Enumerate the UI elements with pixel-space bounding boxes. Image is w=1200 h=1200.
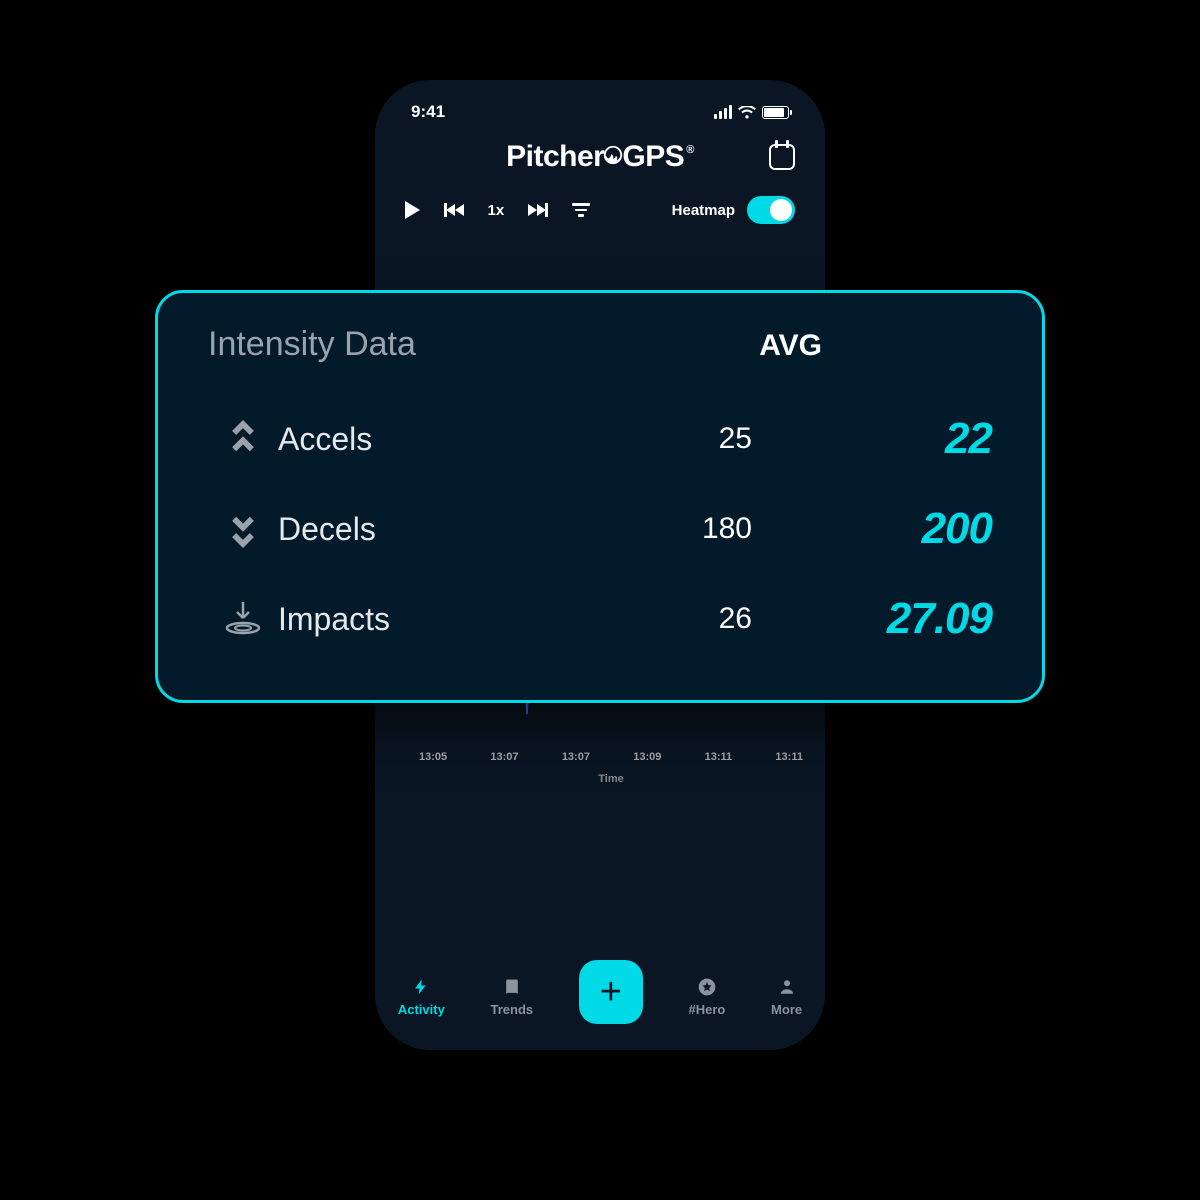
logo-mark-icon xyxy=(602,144,624,166)
row-label: Decels xyxy=(278,511,592,548)
bolt-icon xyxy=(412,976,430,998)
status-time: 9:41 xyxy=(411,102,445,122)
heatmap-toggle[interactable] xyxy=(747,196,795,224)
nav-label: More xyxy=(771,1002,802,1017)
nav-label: Trends xyxy=(491,1002,534,1017)
chevrons-down-icon xyxy=(208,510,278,548)
logo-left: Pitcher xyxy=(506,140,604,174)
playback-bar: 1x Heatmap xyxy=(375,174,825,240)
row-label: Accels xyxy=(278,421,592,458)
nav-trends[interactable]: Trends xyxy=(491,976,534,1017)
row-avg: 180 xyxy=(592,512,752,546)
filter-icon[interactable] xyxy=(572,203,590,217)
row-avg: 26 xyxy=(592,602,752,636)
bottom-nav: Activity Trends + #Hero More xyxy=(375,968,825,1024)
row-decels[interactable]: Decels 180 200 xyxy=(208,484,992,574)
row-accels[interactable]: Accels 25 22 xyxy=(208,394,992,484)
wifi-icon xyxy=(738,106,756,119)
nav-activity[interactable]: Activity xyxy=(398,976,445,1017)
logo-registered: ® xyxy=(686,144,694,156)
nav-label: #Hero xyxy=(689,1002,726,1017)
app-logo: Pitcher GPS ® xyxy=(506,140,694,174)
person-icon xyxy=(778,976,796,998)
heatmap-label: Heatmap xyxy=(672,202,735,219)
nav-label: Activity xyxy=(398,1002,445,1017)
row-impacts[interactable]: Impacts 26 27.09 xyxy=(208,574,992,664)
add-button[interactable]: + xyxy=(579,960,643,1024)
chart-x-label: Time xyxy=(415,773,807,785)
signal-icon xyxy=(714,105,732,119)
skip-forward-button[interactable] xyxy=(528,203,548,217)
row-value: 27.09 xyxy=(782,594,992,644)
battery-icon xyxy=(762,106,789,119)
intensity-card: Intensity Data AVG Accels 25 22 Decels 1… xyxy=(155,290,1045,703)
playback-speed[interactable]: 1x xyxy=(488,202,505,219)
row-avg: 25 xyxy=(592,422,752,456)
nav-hero[interactable]: #Hero xyxy=(689,976,726,1017)
impact-icon xyxy=(208,600,278,638)
app-header: Pitcher GPS ® xyxy=(375,122,825,174)
chevrons-up-icon xyxy=(208,420,278,458)
status-bar: 9:41 xyxy=(375,80,825,122)
nav-more[interactable]: More xyxy=(771,976,802,1017)
logo-right: GPS xyxy=(622,140,684,174)
row-label: Impacts xyxy=(278,601,592,638)
book-icon xyxy=(502,976,522,998)
chart-x-ticks: 13:05 13:07 13:07 13:09 13:11 13:11 xyxy=(415,745,807,763)
card-avg-header: AVG xyxy=(759,329,822,363)
star-badge-icon xyxy=(697,976,717,998)
play-button[interactable] xyxy=(405,201,420,219)
row-value: 200 xyxy=(782,504,992,554)
status-indicators xyxy=(714,105,789,119)
card-title: Intensity Data xyxy=(208,325,759,364)
row-value: 22 xyxy=(782,414,992,464)
calendar-icon[interactable] xyxy=(769,144,795,170)
skip-back-button[interactable] xyxy=(444,203,464,217)
